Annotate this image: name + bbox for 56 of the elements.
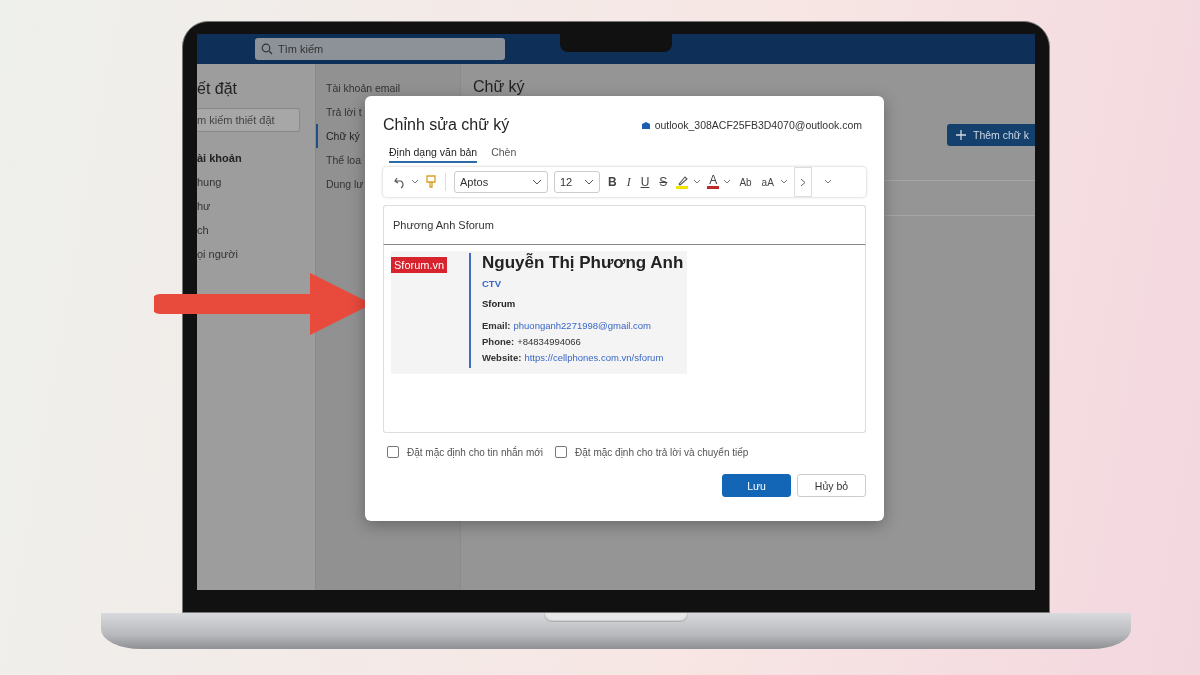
contact-link[interactable]: https://cellphones.com.vn/sforum [524, 352, 664, 363]
page-title: Chữ ký [473, 78, 526, 96]
nav-item[interactable]: ch [197, 218, 315, 242]
change-case-button[interactable]: aA [759, 176, 776, 188]
subnav-item[interactable]: Tài khoản email [316, 76, 460, 100]
checkbox[interactable] [387, 446, 399, 458]
tab[interactable]: Định dạng văn bản [389, 146, 478, 163]
checkbox-label: Đặt mặc định cho tin nhắn mới [407, 446, 544, 458]
undo-icon[interactable] [393, 175, 407, 189]
contact-label: Website: [482, 352, 522, 363]
signature-company: Sforum [482, 298, 517, 309]
caret-icon[interactable] [411, 179, 419, 185]
settings-search-field[interactable]: m kiếm thiết đặt [197, 108, 300, 132]
format-button[interactable]: S [657, 175, 670, 189]
chevron-down-icon [532, 179, 542, 185]
nav-item[interactable]: hung [197, 170, 315, 194]
tab[interactable]: Chèn [491, 146, 517, 163]
nav-item[interactable]: ài khoản [197, 146, 315, 170]
format-button[interactable]: U [638, 175, 652, 189]
signature-editor[interactable]: Sforum.vn Nguyễn Thị Phương Anh CTV Sforum Email: phuonganh2271998@gmail.com Phone: +84834994066 Website: https://cellphones.com.vn/sforum [383, 245, 866, 433]
caret-icon[interactable] [779, 179, 788, 185]
account-icon [640, 120, 651, 130]
chevron-right-icon [799, 177, 806, 187]
contact-label: Email: [482, 320, 511, 331]
font-select[interactable]: Aptos [454, 171, 548, 193]
nav-item[interactable]: ọi người [197, 242, 315, 266]
signature-role: CTV [482, 278, 502, 289]
signature-person-name: Nguyễn Thị Phương Anh [482, 253, 684, 273]
checkbox[interactable] [555, 446, 568, 458]
save-button[interactable]: Lưu [722, 474, 791, 497]
signature-name-field[interactable]: Phương Anh Sforum [383, 205, 866, 245]
logo-badge: Sforum.vn [391, 257, 448, 273]
nav-item[interactable]: hư [197, 194, 315, 218]
search-icon [261, 43, 273, 55]
checkbox-label: Đặt mặc định cho trả lời và chuyển tiếp [575, 446, 749, 458]
dialog-title: Chỉnh sửa chữ ký [383, 116, 510, 134]
search-placeholder: Tìm kiếm [278, 43, 324, 55]
highlighter-icon[interactable] [675, 175, 690, 189]
settings-title: ết đặt [197, 80, 239, 98]
contact-value: +84834994066 [517, 336, 581, 347]
contact-link[interactable]: phuonganh2271998@gmail.com [513, 320, 651, 331]
caret-icon[interactable] [693, 179, 702, 185]
cancel-button[interactable]: Hủy bỏ [797, 474, 866, 497]
add-signature-button[interactable]: Thêm chữ k [947, 124, 1035, 146]
format-button[interactable]: B [606, 175, 619, 189]
font-color-button[interactable]: A [707, 175, 720, 189]
caret-icon[interactable] [823, 179, 832, 185]
text-effects-button[interactable]: Ab [737, 176, 754, 188]
caret-icon[interactable] [723, 179, 732, 185]
format-button[interactable]: I [624, 174, 633, 190]
plus-icon [955, 129, 967, 141]
chevron-down-icon [584, 179, 594, 185]
search-field[interactable]: Tìm kiếm [255, 38, 505, 60]
font-size-select[interactable]: 12 [554, 171, 600, 193]
account-email: outlook_308ACF25FB3D4070@outlook.com [654, 119, 862, 131]
contact-label: Phone: [482, 336, 515, 347]
